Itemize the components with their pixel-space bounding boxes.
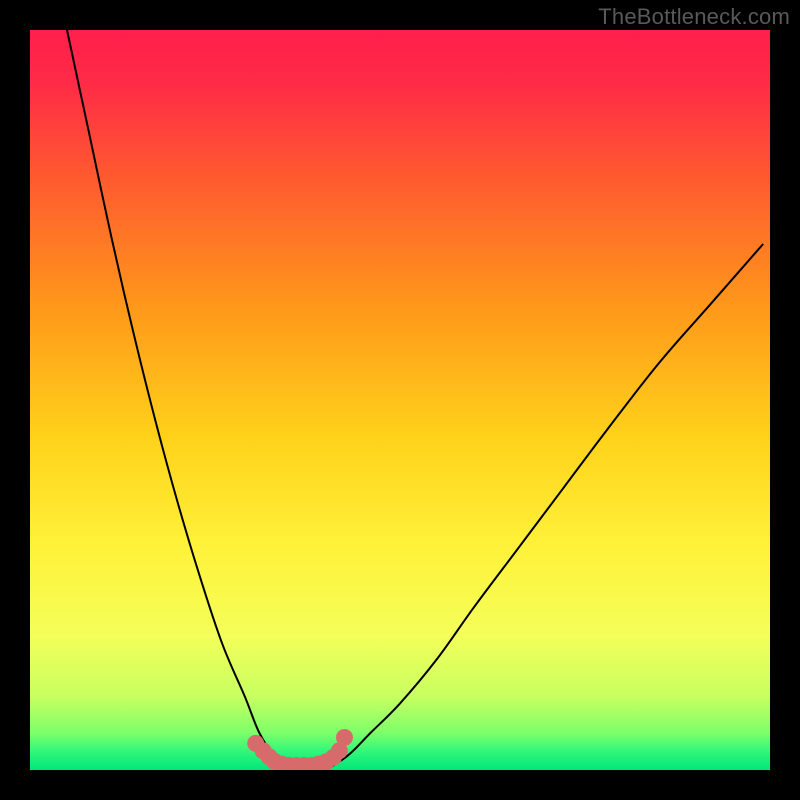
marker-dot	[336, 729, 353, 746]
gradient-background	[30, 30, 770, 770]
chart-stage: TheBottleneck.com	[0, 0, 800, 800]
watermark-text: TheBottleneck.com	[598, 4, 790, 30]
chart-svg	[30, 30, 770, 770]
chart-plot	[30, 30, 770, 770]
